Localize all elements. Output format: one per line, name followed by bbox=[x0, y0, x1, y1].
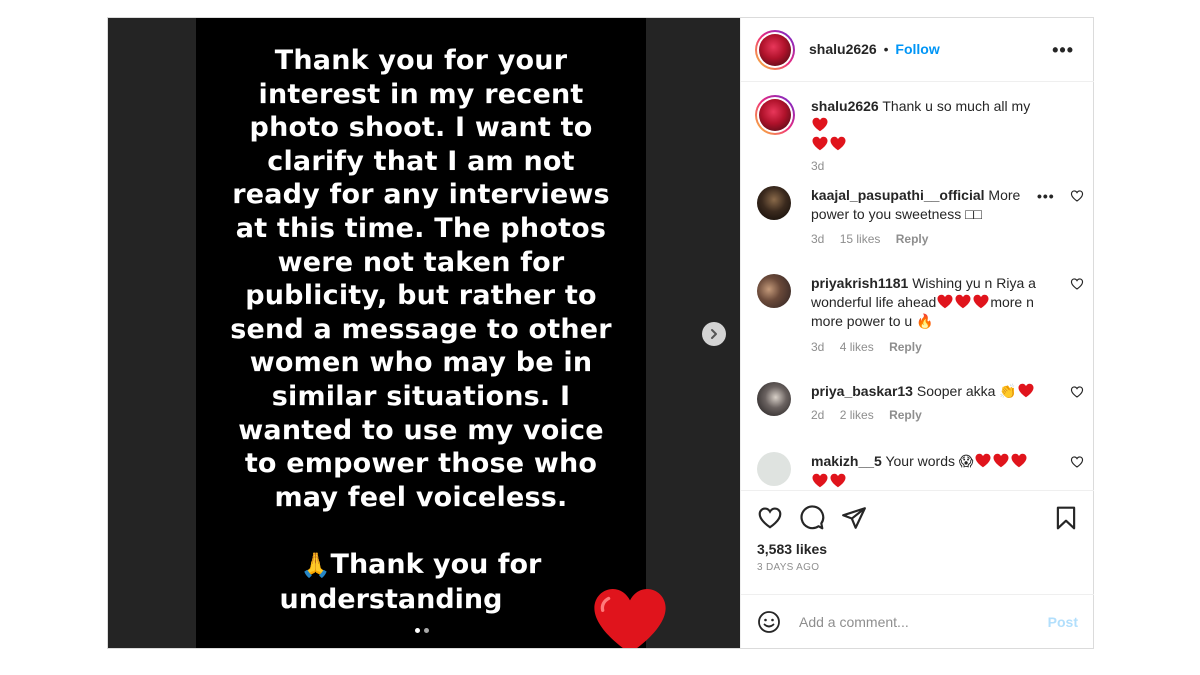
heart-outline-icon[interactable] bbox=[757, 505, 783, 531]
emoji-smile-icon[interactable] bbox=[757, 610, 781, 634]
header-user: shalu2626 • Follow bbox=[809, 41, 940, 57]
red-heart-icon bbox=[1018, 383, 1034, 398]
post-sidebar: shalu2626 • Follow ••• shalu2626 Thank u… bbox=[740, 18, 1094, 648]
red-heart-icon bbox=[955, 294, 971, 309]
comment-body: priyakrish1181 Wishing yu n Riya a wonde… bbox=[811, 274, 1039, 332]
red-heart-icon bbox=[993, 453, 1008, 468]
post-actions: 3,583 likes 3 DAYS AGO bbox=[741, 490, 1094, 594]
heart-outline-icon[interactable] bbox=[1070, 455, 1084, 469]
comment-body: priya_baskar13 Sooper akka 👏 bbox=[811, 382, 1039, 402]
header-username[interactable]: shalu2626 bbox=[809, 41, 877, 57]
comment-trail: □□ bbox=[965, 206, 983, 222]
follow-button[interactable]: Follow bbox=[895, 41, 939, 57]
comment-likes[interactable]: 15 likes bbox=[840, 232, 881, 246]
likes-count[interactable]: 3,583 likes bbox=[757, 541, 827, 557]
comment-meta: 2d 2 likes Reply bbox=[811, 408, 934, 422]
carousel-dots bbox=[415, 628, 429, 633]
avatar[interactable] bbox=[757, 186, 791, 220]
comment-text: Thank u so much all my bbox=[882, 98, 1031, 114]
red-heart-icon bbox=[812, 473, 828, 488]
post-header: shalu2626 • Follow ••• bbox=[741, 18, 1094, 82]
heart-outline-icon[interactable] bbox=[1070, 189, 1084, 203]
add-comment-bar: Post bbox=[741, 594, 1094, 648]
comment-username[interactable]: priyakrish1181 bbox=[811, 275, 908, 291]
post-media[interactable]: Thank you for your interest in my recent… bbox=[108, 18, 740, 648]
avatar[interactable] bbox=[755, 95, 795, 135]
red-heart-icon bbox=[812, 136, 828, 151]
comment-meta: 3d 15 likes Reply bbox=[811, 232, 940, 246]
red-heart-icon bbox=[973, 294, 989, 309]
story-text: Thank you for your interest in my recent… bbox=[230, 45, 612, 513]
avatar[interactable] bbox=[757, 382, 791, 416]
red-heart-icon bbox=[1011, 453, 1026, 468]
fire-icon: 🔥 bbox=[916, 314, 934, 330]
avatar[interactable] bbox=[757, 452, 791, 486]
comment-time[interactable]: 3d bbox=[811, 159, 824, 173]
red-heart-icon bbox=[830, 473, 846, 488]
screaming-face-icon: 😱 bbox=[958, 454, 974, 470]
chevron-right-icon bbox=[711, 329, 717, 339]
carousel-dot-active bbox=[415, 628, 420, 633]
comments-list[interactable]: shalu2626 Thank u so much all my 3d kaaj… bbox=[741, 82, 1094, 490]
story-thanks: 🙏Thank you for understanding bbox=[196, 548, 646, 616]
red-heart-icon bbox=[937, 294, 953, 309]
comment-time[interactable]: 3d bbox=[811, 340, 824, 354]
story-thanks-line1: Thank you for bbox=[330, 549, 542, 580]
reply-button[interactable]: Reply bbox=[889, 340, 922, 354]
praying-hands-icon: 🙏 bbox=[300, 551, 331, 579]
comment-username[interactable]: shalu2626 bbox=[811, 98, 879, 114]
red-heart-icon bbox=[594, 588, 666, 648]
comment-likes[interactable]: 4 likes bbox=[840, 340, 874, 354]
post-comment-button[interactable]: Post bbox=[1048, 614, 1078, 630]
comment-meta: 3d 4 likes Reply bbox=[811, 340, 934, 354]
avatar[interactable] bbox=[755, 30, 795, 70]
red-heart-icon bbox=[975, 453, 990, 468]
more-options-icon[interactable]: ••• bbox=[1052, 40, 1074, 61]
separator-dot: • bbox=[883, 41, 889, 57]
comment-options-icon[interactable]: ••• bbox=[1037, 188, 1055, 204]
red-heart-icon bbox=[812, 117, 828, 132]
heart-outline-icon[interactable] bbox=[1070, 385, 1084, 399]
heart-outline-icon[interactable] bbox=[1070, 277, 1084, 291]
next-slide-button[interactable] bbox=[702, 322, 726, 346]
instagram-post: Thank you for your interest in my recent… bbox=[107, 17, 1094, 649]
comment-body: kaajal_pasupathi__official More power to… bbox=[811, 186, 1039, 224]
story-thanks-line2: understanding bbox=[279, 583, 503, 615]
comment-body: shalu2626 Thank u so much all my bbox=[811, 97, 1039, 154]
clapping-hands-icon: 👏 bbox=[999, 384, 1017, 400]
post-time[interactable]: 3 DAYS AGO bbox=[757, 562, 819, 573]
reply-button[interactable]: Reply bbox=[896, 232, 929, 246]
comment-input[interactable] bbox=[799, 611, 1029, 633]
reply-button[interactable]: Reply bbox=[889, 408, 922, 422]
comment-username[interactable]: priya_baskar13 bbox=[811, 383, 913, 399]
comment-text: Your words bbox=[885, 453, 955, 469]
comment-body: makizh__5 Your words 😱 bbox=[811, 452, 1039, 490]
bookmark-icon[interactable] bbox=[1053, 505, 1079, 531]
comment-icon[interactable] bbox=[799, 505, 825, 531]
comment-meta: 3d bbox=[811, 159, 836, 173]
comment-username[interactable]: kaajal_pasupathi__official bbox=[811, 187, 985, 203]
comment-time[interactable]: 2d bbox=[811, 408, 824, 422]
share-icon[interactable] bbox=[841, 505, 867, 531]
red-heart-icon bbox=[830, 136, 846, 151]
carousel-dot bbox=[424, 628, 429, 633]
comment-text: Sooper akka bbox=[916, 383, 996, 399]
comment-likes[interactable]: 2 likes bbox=[840, 408, 874, 422]
comment-time[interactable]: 3d bbox=[811, 232, 824, 246]
avatar[interactable] bbox=[757, 274, 791, 308]
story-image: Thank you for your interest in my recent… bbox=[196, 18, 666, 648]
comment-username[interactable]: makizh__5 bbox=[811, 453, 882, 469]
